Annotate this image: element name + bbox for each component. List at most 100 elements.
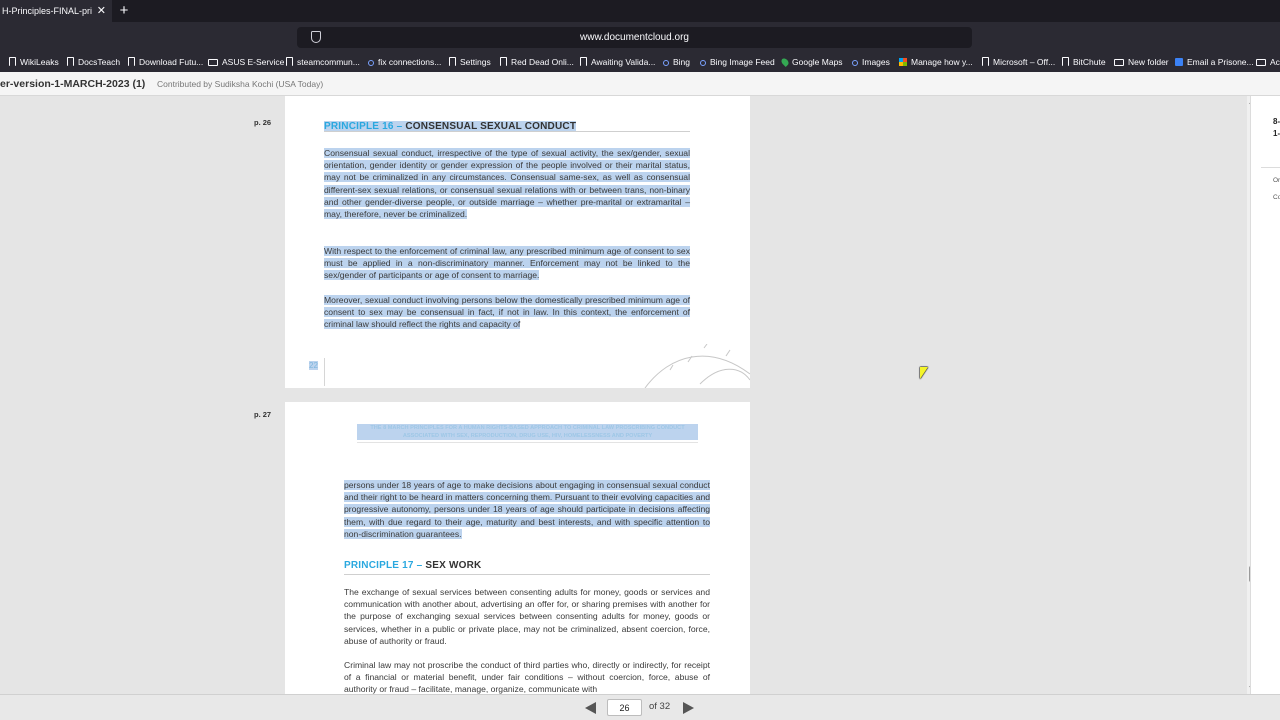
bookmark-item[interactable]: Awaiting Valida... — [580, 52, 655, 72]
principle-name: SEX WORK — [425, 560, 482, 571]
document-page[interactable]: PRINCIPLE 16 – CONSENSUAL SEXUAL CONDUCT… — [285, 96, 750, 388]
bookmark-label: Download Futu... — [139, 57, 204, 67]
document-page[interactable]: THE 8 MARCH PRINCIPLES FOR A HUMAN RIGHT… — [285, 402, 750, 694]
bookmark-label: Google Maps — [792, 57, 843, 67]
bookmark-icon — [580, 57, 587, 66]
map-pin-icon — [780, 57, 790, 67]
bookmark-item[interactable]: Settings — [449, 52, 491, 72]
bookmark-label: Email a Prisone... — [1187, 57, 1254, 67]
bookmark-label: Awaiting Valida... — [591, 57, 656, 67]
bookmark-icon — [449, 57, 456, 66]
page-number-label: p. 27 — [254, 410, 272, 419]
mouse-cursor-icon — [920, 367, 928, 379]
decorative-drawing — [644, 344, 750, 388]
document-header: er-version-1-MARCH-2023 (1) Contributed … — [0, 72, 1280, 96]
tab-title: H-Principles-FINAL-prin — [2, 6, 92, 16]
close-tab-icon[interactable]: ✕ — [97, 0, 106, 22]
sidebar-text: 8- — [1273, 117, 1280, 126]
bookmark-item[interactable]: New folder — [1114, 52, 1169, 72]
bookmark-item[interactable]: Download Futu... — [128, 52, 203, 72]
page-navigation-bar: of 32 — [0, 694, 1280, 720]
principle-number: PRINCIPLE 17 — [344, 560, 414, 571]
sidebar-link[interactable]: Co — [1273, 194, 1280, 201]
previous-page-icon[interactable] — [585, 702, 596, 714]
document-title: er-version-1-MARCH-2023 (1) — [0, 78, 146, 90]
microsoft-icon — [899, 58, 907, 66]
page-number-input[interactable] — [607, 699, 642, 716]
next-page-icon[interactable] — [683, 702, 694, 714]
bookmark-label: ASUS E-Service — [222, 57, 285, 67]
bookmark-label: Red Dead Onli... — [511, 57, 574, 67]
bookmark-item[interactable]: Bing Image Feed — [700, 52, 775, 72]
paragraph-text: persons under 18 years of age to make de… — [344, 480, 710, 539]
bookmark-item[interactable]: Google Maps — [780, 52, 843, 72]
bookmark-label: Settings — [460, 57, 491, 67]
bookmark-label: Images — [862, 57, 890, 67]
paragraph-text: With respect to the enforcement of crimi… — [324, 246, 690, 281]
document-contributor: Contributed by Sudiksha Kochi (USA Today… — [157, 79, 324, 89]
bookmark-item[interactable]: Manage how y... — [899, 52, 973, 72]
bookmark-label: Bing Image Feed — [710, 57, 775, 67]
bookmark-label: steamcommun... — [297, 57, 360, 67]
bookmark-item[interactable]: Microsoft – Off... — [982, 52, 1055, 72]
folder-icon — [1256, 59, 1266, 66]
bookmark-label: Manage how y... — [911, 57, 973, 67]
principle-heading: PRINCIPLE 17 – SEX WORK — [344, 560, 481, 571]
bookmark-item[interactable]: Images — [852, 52, 890, 72]
paragraph: Moreover, sexual conduct involving perso… — [324, 294, 690, 331]
url-text: www.documentcloud.org — [580, 32, 689, 43]
paragraph-text: Consensual sexual conduct, irrespective … — [324, 148, 690, 220]
sidebar-divider — [1261, 167, 1280, 168]
bookmark-icon — [500, 57, 507, 66]
search-icon — [700, 60, 706, 66]
bookmark-item[interactable]: fix connections... — [368, 52, 441, 72]
heading-rule — [324, 131, 690, 132]
search-icon — [368, 60, 374, 66]
running-head-rule — [357, 442, 698, 443]
bookmark-label: BitChute — [1073, 57, 1106, 67]
paragraph: With respect to the enforcement of crimi… — [324, 245, 690, 282]
bookmark-item[interactable]: Red Dead Onli... — [500, 52, 574, 72]
tab-bar: H-Principles-FINAL-prin ✕ + — [0, 0, 1280, 22]
bookmark-label: Ac — [1270, 57, 1280, 67]
bookmark-icon — [128, 57, 135, 66]
bookmark-item[interactable]: Bing — [663, 52, 690, 72]
paragraph: Consensual sexual conduct, irrespective … — [324, 147, 690, 220]
bookmark-icon — [286, 57, 293, 66]
mail-icon — [1175, 58, 1183, 66]
bookmark-label: New folder — [1128, 57, 1169, 67]
bookmark-item[interactable]: WikiLeaks — [9, 52, 59, 72]
page-total: of 32 — [649, 701, 671, 712]
search-icon — [852, 60, 858, 66]
paragraph: The exchange of sexual services between … — [344, 587, 710, 646]
document-viewer[interactable]: p. 26 PRINCIPLE 16 – CONSENSUAL SEXUAL C… — [0, 96, 1250, 694]
browser-tab[interactable]: H-Principles-FINAL-prin ✕ — [0, 0, 112, 22]
sidebar-text: 1- — [1273, 129, 1280, 138]
address-bar[interactable]: www.documentcloud.org — [297, 27, 972, 48]
bookmark-item[interactable]: Ac — [1256, 52, 1280, 72]
folio-divider — [324, 358, 325, 386]
search-icon — [663, 60, 669, 66]
bookmark-item[interactable]: BitChute — [1062, 52, 1106, 72]
paragraph: Criminal law may not proscribe the condu… — [344, 660, 710, 694]
paragraph: persons under 18 years of age to make de… — [344, 479, 710, 540]
bookmark-item[interactable]: ASUS E-Service — [208, 52, 284, 72]
page-number-label: p. 26 — [254, 118, 272, 127]
bookmark-icon — [1062, 57, 1069, 66]
paragraph-text: Moreover, sexual conduct involving perso… — [324, 295, 690, 330]
folder-icon — [1114, 59, 1124, 66]
bookmarks-toolbar: WikiLeaks DocsTeach Download Futu... ASU… — [0, 52, 1280, 72]
heading-rule — [344, 574, 710, 575]
bookmark-item[interactable]: Email a Prisone... — [1175, 52, 1254, 72]
bookmark-item[interactable]: DocsTeach — [67, 52, 120, 72]
bookmark-icon — [67, 57, 74, 66]
sidebar-link[interactable]: Or — [1273, 177, 1280, 184]
bookmark-item[interactable]: steamcommun... — [286, 52, 360, 72]
right-sidebar: 8- 1- Or Co — [1250, 96, 1280, 694]
bookmark-icon — [982, 57, 989, 66]
bookmark-label: fix connections... — [378, 57, 442, 67]
bookmark-label: Microsoft – Off... — [993, 57, 1056, 67]
running-head: THE 8 MARCH PRINCIPLES FOR A HUMAN RIGHT… — [357, 424, 698, 440]
navigation-toolbar: www.documentcloud.org — [0, 22, 1280, 52]
new-tab-button[interactable]: + — [117, 0, 131, 22]
